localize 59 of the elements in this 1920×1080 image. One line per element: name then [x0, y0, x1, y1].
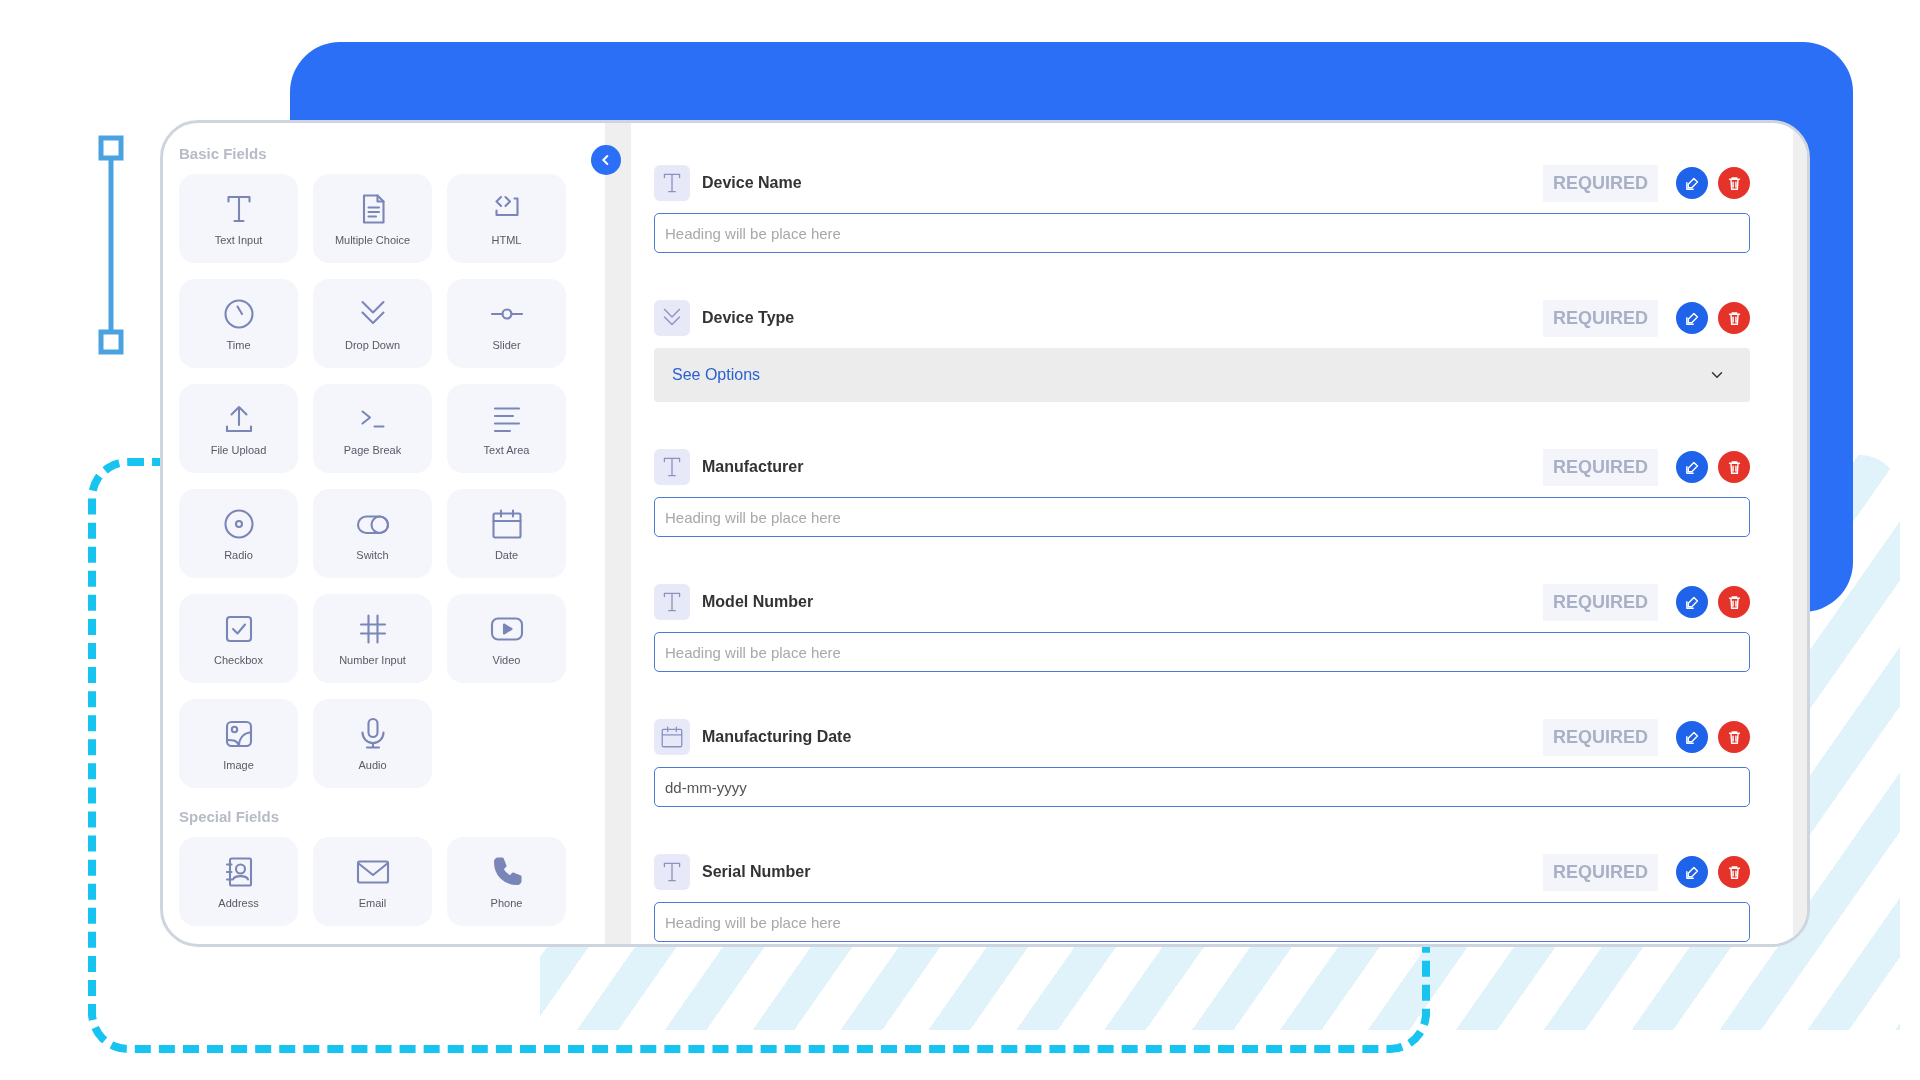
field-type-tile[interactable]: Phone — [447, 837, 566, 926]
collapse-button[interactable] — [591, 145, 621, 175]
field-type-tile[interactable]: Text Area — [447, 384, 566, 473]
field-type-tile[interactable]: Checkbox — [179, 594, 298, 683]
field-type-tile[interactable]: File Upload — [179, 384, 298, 473]
field-label: Device Name — [702, 174, 803, 192]
delete-button[interactable] — [1718, 856, 1750, 888]
text-input-field[interactable]: Heading will be place here — [654, 902, 1750, 942]
required-tag: REQUIRED — [1543, 718, 1658, 756]
field-type-tile[interactable]: Switch — [313, 489, 432, 578]
delete-button[interactable] — [1718, 586, 1750, 618]
field-type-tile[interactable]: Page Break — [313, 384, 432, 473]
edit-button[interactable] — [1676, 721, 1708, 753]
date-input-field[interactable]: dd-mm-yyyy — [654, 767, 1750, 807]
field-type-tile[interactable]: Time — [179, 279, 298, 368]
field-type-tile[interactable]: Email — [313, 837, 432, 926]
delete-button[interactable] — [1718, 451, 1750, 483]
field-type-tile[interactable]: Image — [179, 699, 298, 788]
letter-t-icon — [654, 854, 690, 890]
text-input-field[interactable]: Heading will be place here — [654, 497, 1750, 537]
required-tag: REQUIRED — [1543, 448, 1658, 486]
field-type-tile[interactable]: Video — [447, 594, 566, 683]
edit-button[interactable] — [1676, 302, 1708, 334]
edit-button[interactable] — [1676, 856, 1708, 888]
field-type-tile[interactable]: Drop Down — [313, 279, 432, 368]
options-dropdown[interactable]: See Options — [654, 348, 1750, 402]
field-label: Manufacturing Date — [702, 728, 853, 746]
letter-t-icon — [654, 449, 690, 485]
field-type-tile[interactable]: Slider — [447, 279, 566, 368]
delete-button[interactable] — [1718, 721, 1750, 753]
double-chevron-icon — [654, 300, 690, 336]
section-heading: Basic Fields — [179, 145, 268, 162]
required-tag: REQUIRED — [1543, 853, 1658, 891]
edit-button[interactable] — [1676, 586, 1708, 618]
field-type-tile[interactable]: Address — [179, 837, 298, 926]
calendar-icon — [654, 719, 690, 755]
field-type-tile[interactable]: Audio — [313, 699, 432, 788]
field-type-tile[interactable]: Date — [447, 489, 566, 578]
field-label: Manufacturer — [702, 458, 805, 476]
text-input-field[interactable]: Heading will be place here — [654, 213, 1750, 253]
delete-button[interactable] — [1718, 302, 1750, 334]
field-label: Serial Number — [702, 863, 812, 881]
field-type-tile[interactable]: HTML — [447, 174, 566, 263]
letter-t-icon — [654, 584, 690, 620]
edit-button[interactable] — [1676, 451, 1708, 483]
delete-button[interactable] — [1718, 167, 1750, 199]
letter-t-icon — [654, 165, 690, 201]
section-heading: Special Fields — [179, 808, 281, 825]
field-type-tile[interactable]: Text Input — [179, 174, 298, 263]
required-tag: REQUIRED — [1543, 583, 1658, 621]
field-type-tile[interactable]: Multiple Choice — [313, 174, 432, 263]
field-label: Model Number — [702, 593, 815, 611]
edit-button[interactable] — [1676, 167, 1708, 199]
field-type-tile[interactable]: Number Input — [313, 594, 432, 683]
required-tag: REQUIRED — [1543, 299, 1658, 337]
required-tag: REQUIRED — [1543, 164, 1658, 202]
field-label: Device Type — [702, 309, 796, 327]
text-input-field[interactable]: Heading will be place here — [654, 632, 1750, 672]
field-type-tile[interactable]: Radio — [179, 489, 298, 578]
